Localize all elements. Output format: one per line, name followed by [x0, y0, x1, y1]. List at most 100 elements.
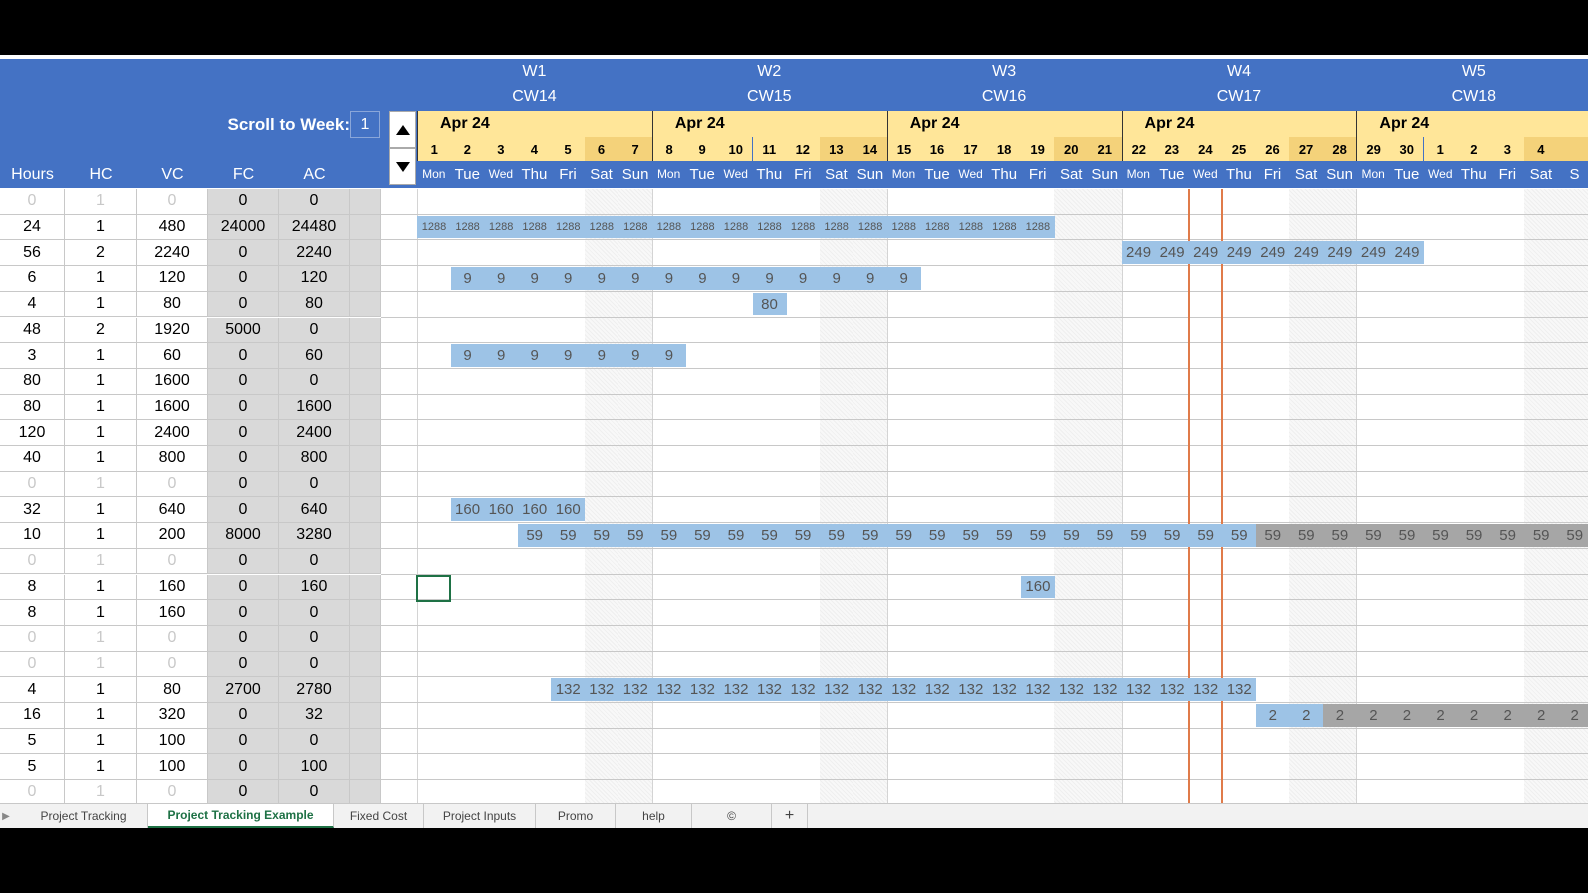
- table-cell-vc[interactable]: 0: [137, 189, 208, 215]
- table-cell-hours[interactable]: 3: [0, 343, 65, 369]
- gantt-bar-cell[interactable]: 59: [718, 524, 753, 547]
- table-cell-fc[interactable]: 0: [208, 471, 279, 498]
- table-cell-ac[interactable]: 0: [279, 317, 350, 344]
- gantt-bar-cell[interactable]: 132: [1121, 678, 1156, 701]
- table-cell-ac[interactable]: 2400: [279, 420, 350, 446]
- gantt-bar-cell[interactable]: 1288: [920, 215, 955, 239]
- table-cell-fc[interactable]: 0: [208, 780, 279, 806]
- gantt-bar-cell[interactable]: 132: [886, 678, 921, 701]
- table-cell-hours[interactable]: 120: [0, 420, 65, 446]
- table-cell-hc[interactable]: 1: [65, 625, 137, 652]
- table-cell-hc[interactable]: 1: [65, 368, 137, 395]
- gantt-bar-cell[interactable]: 59: [1389, 524, 1424, 547]
- table-cell-fc[interactable]: 0: [208, 703, 279, 729]
- table-cell-hours[interactable]: 4: [0, 291, 65, 318]
- gantt-bar-cell[interactable]: 132: [1054, 678, 1089, 701]
- gantt-bar-cell[interactable]: 59: [1356, 524, 1391, 547]
- gantt-bar-cell[interactable]: 132: [718, 678, 753, 701]
- table-cell-hc[interactable]: 1: [65, 703, 137, 729]
- gantt-bar-cell[interactable]: 132: [819, 678, 854, 701]
- sheet-tab-project-inputs[interactable]: Project Inputs: [424, 804, 536, 828]
- gantt-bar-cell[interactable]: 1288: [417, 215, 452, 239]
- gantt-bar-cell[interactable]: 249: [1289, 241, 1324, 265]
- table-cell-hc[interactable]: 1: [65, 343, 137, 369]
- gantt-bar-cell[interactable]: 2: [1557, 704, 1588, 727]
- table-cell-hours[interactable]: 0: [0, 548, 65, 575]
- gantt-bar-cell[interactable]: 1288: [651, 215, 686, 239]
- gantt-bar-cell[interactable]: 132: [651, 678, 686, 701]
- table-cell-fc[interactable]: 0: [208, 189, 279, 215]
- table-cell-vc[interactable]: 1600: [137, 394, 208, 421]
- table-cell-vc[interactable]: 100: [137, 728, 208, 755]
- table-cell-fc[interactable]: 0: [208, 446, 279, 472]
- add-sheet-icon[interactable]: +: [772, 804, 808, 828]
- gantt-bar-cell[interactable]: 1288: [886, 215, 921, 239]
- table-cell-ac[interactable]: 2240: [279, 240, 350, 267]
- gantt-bar-cell[interactable]: 59: [819, 524, 854, 547]
- table-cell-vc[interactable]: 160: [137, 574, 208, 601]
- sheet-tab--[interactable]: ©: [692, 804, 772, 828]
- table-cell-fc[interactable]: 0: [208, 625, 279, 652]
- gantt-bar-cell[interactable]: 9: [685, 267, 720, 290]
- gantt-bar-cell[interactable]: 249: [1155, 241, 1190, 265]
- gantt-bar-cell[interactable]: 9: [819, 267, 854, 290]
- gantt-bar-cell[interactable]: 59: [1557, 524, 1588, 547]
- gantt-bar-cell[interactable]: 1288: [450, 215, 485, 239]
- gantt-bar-cell[interactable]: 9: [718, 267, 753, 290]
- gantt-bar-cell[interactable]: 132: [1188, 678, 1223, 701]
- gantt-bar-cell[interactable]: 1288: [517, 215, 552, 239]
- table-cell-vc[interactable]: 0: [137, 651, 208, 678]
- table-cell-fc[interactable]: 24000: [208, 214, 279, 241]
- gantt-bar-cell[interactable]: 9: [853, 267, 888, 290]
- table-cell-hours[interactable]: 5: [0, 728, 65, 755]
- gantt-bar-cell[interactable]: 59: [853, 524, 888, 547]
- table-cell-hours[interactable]: 8: [0, 600, 65, 626]
- gantt-bar-cell[interactable]: 59: [1255, 524, 1290, 547]
- gantt-bar-cell[interactable]: 2: [1322, 704, 1357, 727]
- table-cell-fc[interactable]: 0: [208, 420, 279, 446]
- gantt-bar-cell[interactable]: 9: [618, 267, 653, 290]
- gantt-bar-cell[interactable]: 59: [1088, 524, 1123, 547]
- gantt-bar-cell[interactable]: 59: [1054, 524, 1089, 547]
- table-cell-vc[interactable]: 80: [137, 677, 208, 703]
- table-cell-ac[interactable]: 640: [279, 497, 350, 524]
- table-cell-ac[interactable]: 0: [279, 368, 350, 395]
- gantt-bar-cell[interactable]: 59: [584, 524, 619, 547]
- gantt-bar-cell[interactable]: 9: [584, 344, 619, 367]
- table-cell-fc[interactable]: 5000: [208, 317, 279, 344]
- gantt-bar-cell[interactable]: 132: [786, 678, 821, 701]
- table-cell-hours[interactable]: 48: [0, 317, 65, 344]
- table-cell-ac[interactable]: 3280: [279, 523, 350, 549]
- table-cell-fc[interactable]: 0: [208, 600, 279, 626]
- table-cell-fc[interactable]: 0: [208, 240, 279, 267]
- gantt-bar-cell[interactable]: 9: [584, 267, 619, 290]
- gantt-bar-cell[interactable]: 59: [618, 524, 653, 547]
- table-cell-ac[interactable]: 100: [279, 754, 350, 781]
- table-cell-hours[interactable]: 10: [0, 523, 65, 549]
- gantt-bar-cell[interactable]: 59: [651, 524, 686, 547]
- table-cell-vc[interactable]: 2240: [137, 240, 208, 267]
- table-cell-hc[interactable]: 1: [65, 420, 137, 446]
- gantt-bar-cell[interactable]: 1288: [987, 215, 1022, 239]
- gantt-bar-cell[interactable]: 132: [752, 678, 787, 701]
- gantt-bar-cell[interactable]: 2: [1423, 704, 1458, 727]
- table-cell-fc[interactable]: 0: [208, 548, 279, 575]
- gantt-bar-cell[interactable]: 59: [1457, 524, 1492, 547]
- gantt-bar-cell[interactable]: 59: [1188, 524, 1223, 547]
- table-cell-vc[interactable]: 1920: [137, 317, 208, 344]
- table-cell-hc[interactable]: 1: [65, 471, 137, 498]
- gantt-bar-cell[interactable]: 1288: [618, 215, 653, 239]
- table-cell-hc[interactable]: 1: [65, 446, 137, 472]
- table-cell-fc[interactable]: 0: [208, 368, 279, 395]
- gantt-bar-cell[interactable]: 59: [685, 524, 720, 547]
- gantt-bar-cell[interactable]: 2: [1356, 704, 1391, 727]
- sheet-tab-fixed-cost[interactable]: Fixed Cost: [334, 804, 424, 828]
- table-cell-hours[interactable]: 24: [0, 214, 65, 241]
- gantt-bar-cell[interactable]: 132: [853, 678, 888, 701]
- gantt-bar-cell[interactable]: 2: [1255, 704, 1290, 727]
- gantt-bar-cell[interactable]: 9: [618, 344, 653, 367]
- gantt-bar-cell[interactable]: 132: [618, 678, 653, 701]
- table-cell-vc[interactable]: 1600: [137, 368, 208, 395]
- gantt-bar-cell[interactable]: 1288: [584, 215, 619, 239]
- sheet-tab-promo[interactable]: Promo: [536, 804, 616, 828]
